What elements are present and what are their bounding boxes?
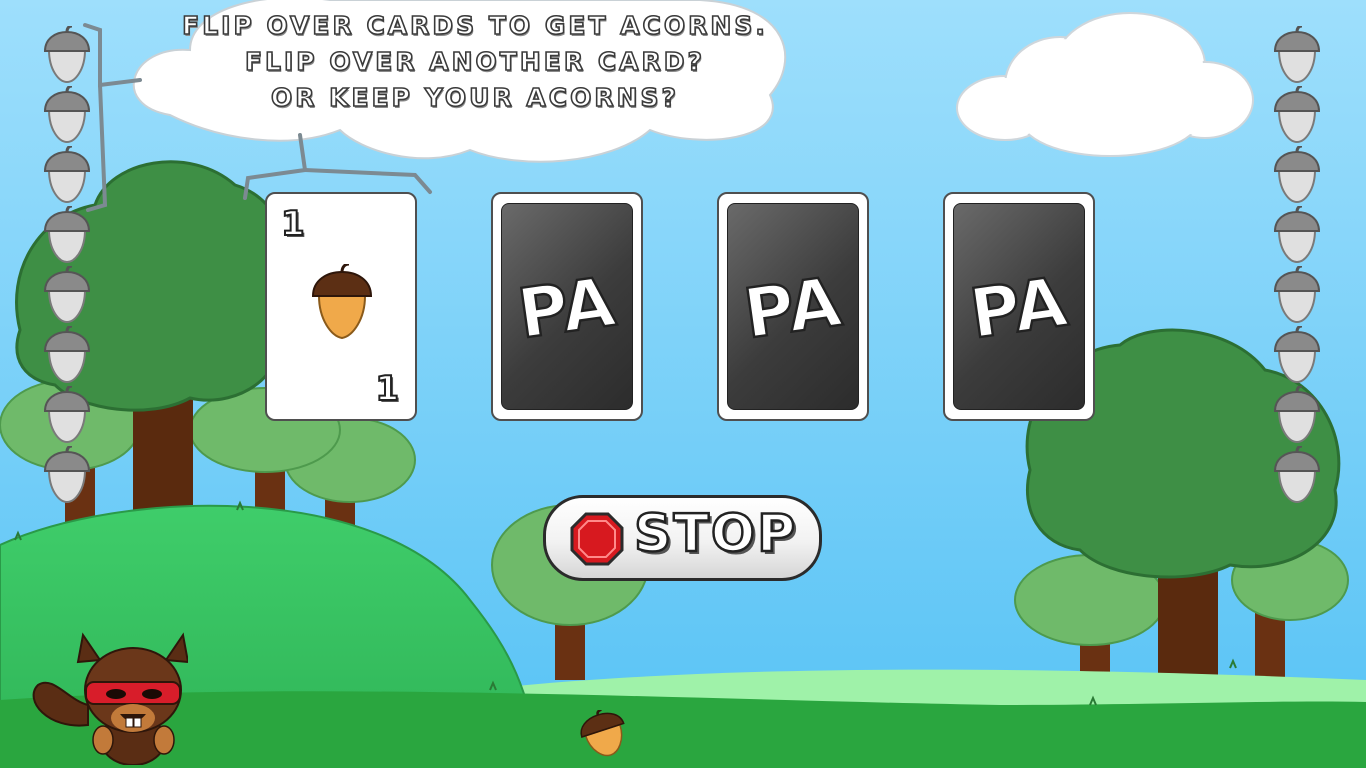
stop-sign-icon (570, 512, 624, 566)
acorn-counter-icon (1273, 446, 1321, 504)
card-2[interactable]: PA (491, 192, 643, 421)
acorn-counter-icon (1273, 86, 1321, 144)
card-3[interactable]: PA (717, 192, 869, 421)
acorn-counter-icon (43, 26, 91, 84)
svg-text:PA: PA (513, 263, 620, 355)
pa-logo: PA (738, 262, 847, 356)
stop-button-label: STOP (633, 503, 798, 566)
opponent-acorn-counter (1272, 26, 1322, 506)
card-4[interactable]: PA (943, 192, 1095, 421)
speech-bubble-text: Flip over cards to get acorns. Flip over… (180, 8, 770, 116)
player-acorn-counter (42, 26, 92, 506)
acorn-counter-icon (43, 326, 91, 384)
acorn-counter-icon (1273, 326, 1321, 384)
acorn-counter-icon (43, 86, 91, 144)
instruction-line-1: Flip over cards to get acorns. (181, 10, 768, 41)
acorn-counter-icon (1273, 146, 1321, 204)
acorn-counter-icon (1273, 206, 1321, 264)
acorn-counter-icon (43, 146, 91, 204)
pa-logo: PA (512, 262, 621, 356)
ground-acorn-icon (580, 710, 625, 757)
instruction-line-3: Or keep your acorns? (270, 82, 680, 113)
acorn-counter-icon (43, 446, 91, 504)
pa-logo: PA (964, 262, 1073, 356)
card-1[interactable]: 1 1 (265, 192, 417, 421)
acorn-counter-icon (1273, 26, 1321, 84)
svg-text:PA: PA (739, 263, 846, 355)
acorn-counter-icon (43, 386, 91, 444)
acorn-counter-icon (1273, 266, 1321, 324)
instruction-line-2: Flip over another card? (244, 46, 706, 77)
acorn-counter-icon (1273, 386, 1321, 444)
card-value-bottom: 1 (374, 368, 400, 410)
game-scene: Flip over cards to get acorns. Flip over… (0, 0, 1366, 768)
acorn-counter-icon (43, 206, 91, 264)
svg-text:PA: PA (965, 263, 1072, 355)
acorn-icon (311, 264, 373, 340)
card-value-top: 1 (280, 203, 306, 245)
acorn-counter-icon (43, 266, 91, 324)
stop-button[interactable]: STOP (543, 495, 822, 581)
squirrel-character (32, 632, 188, 765)
